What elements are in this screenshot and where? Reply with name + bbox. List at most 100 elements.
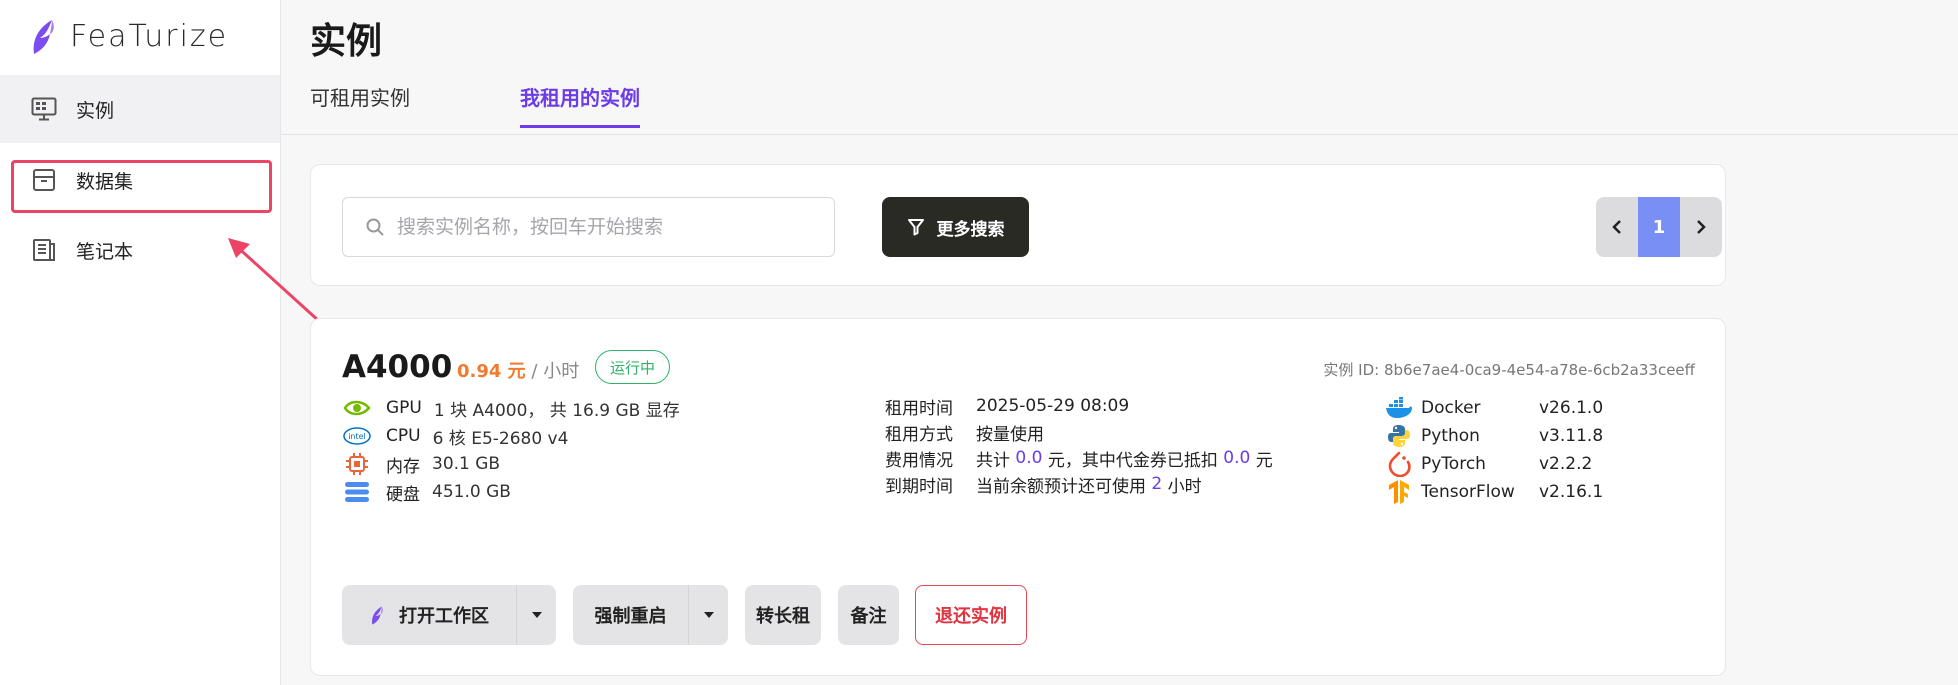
featurize-logo-icon	[372, 606, 383, 625]
software-version: v2.2.2	[1539, 454, 1593, 474]
software-docker: Docker v26.1.0	[1385, 393, 1603, 423]
chevron-right-icon	[1697, 220, 1706, 234]
software-python: Python v3.11.8	[1385, 421, 1603, 451]
open-workspace-label: 打开工作区	[399, 606, 489, 627]
pytorch-icon	[1385, 450, 1413, 478]
page-title: 实例	[310, 21, 383, 62]
spec-value: 451.0 GB	[432, 482, 511, 502]
disk-icon	[342, 479, 372, 505]
software-name: PyTorch	[1421, 454, 1486, 474]
software-name: Docker	[1421, 398, 1481, 418]
expire-suffix: 小时	[1162, 476, 1202, 497]
sidebar-item-label: 实例	[76, 99, 115, 122]
return-instance-button[interactable]: 退还实例	[915, 585, 1027, 645]
spec-value: 1 块 A4000， 共 16.9 GB 显存	[433, 400, 680, 421]
tab-bar: 可租用实例 我租用的实例	[310, 82, 750, 128]
spec-label: 硬盘	[386, 484, 420, 505]
tab-my-instances[interactable]: 我租用的实例	[520, 82, 640, 128]
sidebar: FeaTurize 实例 数据集 笔记本	[0, 0, 281, 685]
open-workspace-dropdown[interactable]	[516, 585, 556, 645]
next-page-button[interactable]	[1680, 197, 1722, 257]
sidebar-item-label: 数据集	[76, 170, 134, 193]
status-badge: 运行中	[595, 350, 671, 384]
rental-expire-label: 到期时间	[885, 476, 953, 497]
instance-price: 0.94 元 / 小时	[457, 357, 579, 383]
more-search-label: 更多搜索	[936, 219, 1005, 240]
nvidia-icon	[342, 395, 372, 421]
software-pytorch: PyTorch v2.2.2	[1385, 449, 1592, 479]
force-restart-dropdown[interactable]	[688, 585, 728, 645]
cost-suffix: 元	[1250, 450, 1273, 471]
software-tensorflow: TensorFlow v2.16.1	[1385, 477, 1603, 507]
rental-expire: 到期时间 当前余额预计还可使用 2 小时	[885, 469, 1202, 499]
open-workspace-button[interactable]: 打开工作区	[342, 585, 556, 645]
intel-icon: intel	[342, 423, 372, 449]
sidebar-item-label: 笔记本	[76, 240, 134, 263]
rental-mode-value: 按量使用	[976, 424, 1044, 445]
cost-total: 0.0	[1015, 448, 1043, 468]
spec-label: GPU	[386, 398, 422, 418]
long-term-rent-label: 转长租	[756, 606, 810, 627]
pagination: 1	[1596, 197, 1722, 257]
logo-text: FeaTurize	[70, 18, 229, 54]
spec-label: CPU	[386, 426, 421, 446]
instance-id: 实例 ID: 8b6e7ae4-0ca9-4e54-a78e-6cb2a33ce…	[1323, 361, 1695, 379]
caret-down-icon	[531, 612, 542, 618]
spec-gpu: GPU 1 块 A4000， 共 16.9 GB 显存	[342, 393, 680, 423]
tabs-divider	[282, 134, 1958, 135]
spec-value: 6 核 E5-2680 v4	[432, 428, 569, 449]
software-version: v3.11.8	[1539, 426, 1604, 446]
tab-available-instances[interactable]: 可租用实例	[310, 82, 410, 128]
software-name: TensorFlow	[1421, 482, 1515, 502]
archive-icon	[30, 166, 58, 194]
note-button[interactable]: 备注	[838, 585, 899, 645]
return-instance-label: 退还实例	[935, 606, 1007, 627]
long-term-rent-button[interactable]: 转长租	[745, 585, 821, 645]
caret-down-icon	[703, 612, 714, 618]
search-field[interactable]	[342, 197, 835, 257]
expire-prefix: 当前余额预计还可使用	[976, 476, 1152, 497]
spec-value: 30.1 GB	[432, 454, 501, 474]
docker-icon	[1385, 394, 1413, 422]
main-content: 实例 可租用实例 我租用的实例 更多搜索 1 A4000 0.94 元 / 小时	[282, 0, 1958, 685]
search-card: 更多搜索 1	[310, 164, 1726, 286]
search-input[interactable]	[397, 216, 827, 238]
logo[interactable]: FeaTurize	[28, 14, 228, 58]
software-version: v26.1.0	[1539, 398, 1604, 418]
prev-page-button[interactable]	[1596, 197, 1638, 257]
spec-disk: 硬盘 451.0 GB	[342, 477, 511, 507]
price-amount: 0.94 元	[457, 361, 526, 382]
tensorflow-icon	[1385, 478, 1413, 506]
software-version: v2.16.1	[1539, 482, 1604, 502]
instance-gpu-model: A4000	[342, 349, 453, 385]
cost-mid: 元，其中代金券已抵扣	[1042, 450, 1224, 471]
instance-card: A4000 0.94 元 / 小时 运行中 实例 ID: 8b6e7ae4-0c…	[310, 318, 1726, 676]
sidebar-item-notebooks[interactable]: 笔记本	[0, 216, 280, 284]
rental-mode-label: 租用方式	[885, 424, 953, 445]
search-icon	[366, 218, 384, 236]
svg-text:intel: intel	[348, 432, 366, 441]
expire-hours: 2	[1151, 474, 1163, 494]
featurize-logo-icon	[33, 20, 54, 54]
sidebar-item-instances[interactable]: 实例	[0, 75, 280, 143]
chevron-left-icon	[1612, 220, 1621, 234]
filter-icon	[907, 219, 924, 236]
rental-time-value: 2025-05-29 08:09	[976, 396, 1130, 416]
page-number-button[interactable]: 1	[1638, 197, 1680, 257]
price-unit: / 小时	[525, 361, 580, 382]
cost-prefix: 共计	[976, 450, 1016, 471]
python-icon	[1385, 422, 1413, 450]
sidebar-item-datasets[interactable]: 数据集	[0, 146, 280, 214]
memory-chip-icon	[342, 451, 372, 477]
monitor-icon	[30, 95, 58, 123]
software-name: Python	[1421, 426, 1480, 446]
notebook-icon	[30, 236, 58, 264]
spec-label: 内存	[386, 456, 420, 477]
rental-cost-label: 费用情况	[885, 450, 953, 471]
cost-voucher: 0.0	[1223, 448, 1251, 468]
rental-time-label: 租用时间	[885, 398, 953, 419]
spec-cpu: intel CPU 6 核 E5-2680 v4	[342, 421, 568, 451]
more-search-button[interactable]: 更多搜索	[882, 197, 1029, 257]
spec-memory: 内存 30.1 GB	[342, 449, 500, 479]
force-restart-button[interactable]: 强制重启	[573, 585, 728, 645]
